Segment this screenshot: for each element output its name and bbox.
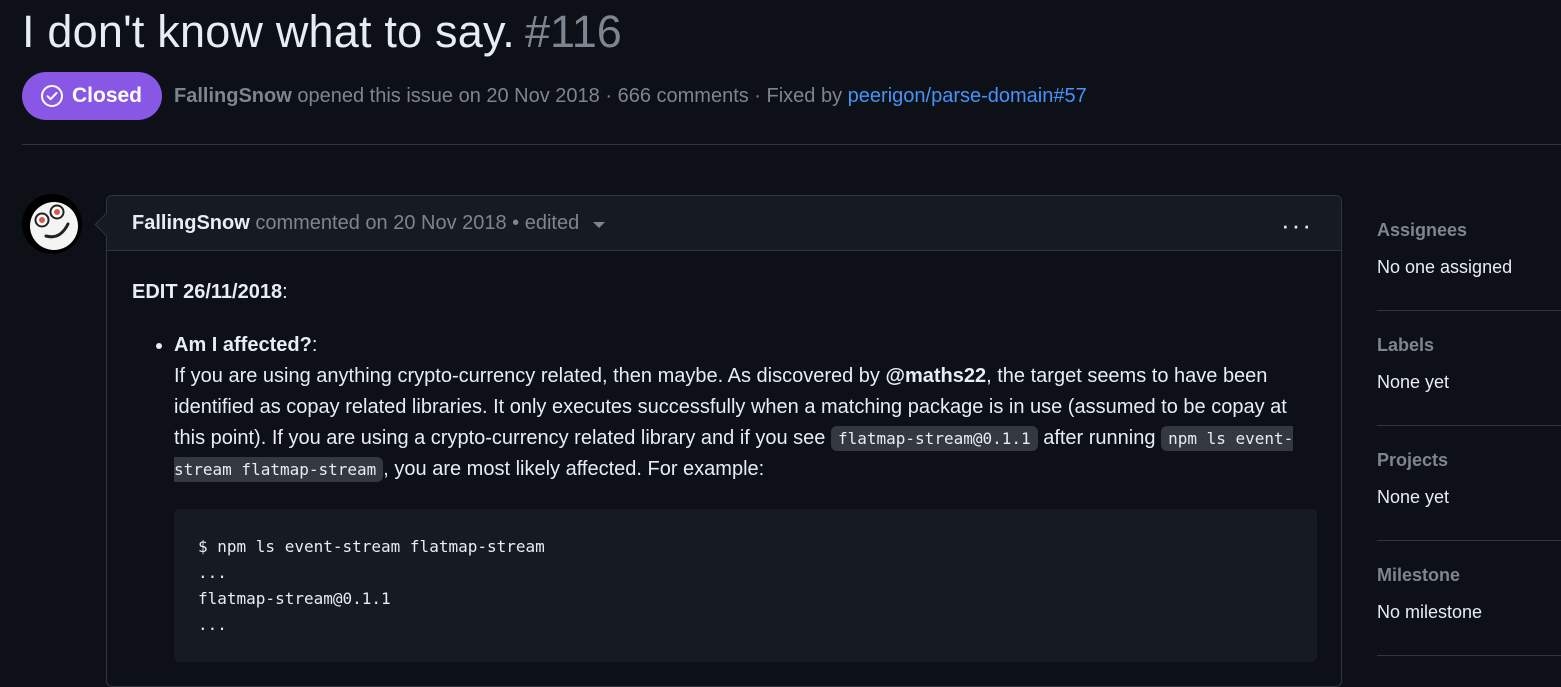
sidebar-milestone-title[interactable]: Milestone: [1377, 565, 1561, 586]
comment-header: FallingSnow commented on 20 Nov 2018 • e…: [107, 196, 1341, 251]
avatar-face-icon: [22, 194, 82, 254]
fixed-by-link[interactable]: peerigon/parse-domain#57: [848, 85, 1087, 108]
paragraph-part-3: after running: [1037, 427, 1162, 449]
avatar[interactable]: [22, 194, 82, 254]
header-divider: [22, 144, 1561, 145]
sidebar-projects-value: None yet: [1377, 487, 1450, 507]
sidebar-milestone: Milestone No milestone: [1377, 541, 1561, 656]
issue-opened-text: opened this issue on 20 Nov 2018 · 666 c…: [297, 84, 843, 107]
issue-number: #116: [525, 6, 622, 57]
sidebar-labels: Labels None yet: [1377, 311, 1561, 426]
paragraph-part-1: If you are using anything crypto-currenc…: [174, 365, 886, 387]
issue-title-row: I don't know what to say. #116: [22, 6, 622, 58]
comment-meta: commented on 20 Nov 2018 • edited: [255, 211, 580, 234]
edit-label: EDIT 26/11/2018: [132, 281, 283, 303]
item-title: Am I affected?: [174, 334, 312, 356]
code-block: $ npm ls event-stream flatmap-stream ...…: [174, 509, 1317, 662]
issue-sidebar: Assignees No one assigned Labels None ye…: [1377, 196, 1561, 656]
comment-author-link[interactable]: FallingSnow: [132, 212, 250, 235]
comment-edited-dropdown[interactable]: commented on 20 Nov 2018 • edited: [255, 211, 606, 235]
sidebar-assignees-value: No one assigned: [1377, 257, 1513, 277]
paragraph-part-4: , you are most likely affected. For exam…: [383, 458, 765, 480]
edit-colon: :: [282, 281, 288, 303]
inline-code-package: flatmap-stream@0.1.1: [830, 426, 1038, 451]
sidebar-milestone-value: No milestone: [1377, 602, 1483, 622]
state-badge: Closed: [22, 72, 163, 120]
issue-title: I don't know what to say.: [22, 6, 516, 57]
sidebar-assignees: Assignees No one assigned: [1377, 196, 1561, 311]
list-item: Am I affected?: If you are using anythin…: [174, 330, 1317, 662]
issue-author-link[interactable]: FallingSnow: [174, 85, 292, 108]
issue-comment: FallingSnow commented on 20 Nov 2018 • e…: [106, 195, 1342, 687]
comment-body: EDIT 26/11/2018: Am I affected?: If you …: [107, 277, 1341, 662]
closed-check-icon: [41, 85, 63, 107]
sidebar-assignees-title[interactable]: Assignees: [1377, 220, 1561, 241]
state-label: Closed: [72, 84, 143, 107]
sidebar-labels-title[interactable]: Labels: [1377, 335, 1561, 356]
sidebar-projects-title[interactable]: Projects: [1377, 450, 1561, 471]
bullet-list: Am I affected?: If you are using anythin…: [132, 330, 1317, 662]
edit-note: EDIT 26/11/2018:: [132, 277, 1317, 308]
mention-link[interactable]: @maths22: [885, 365, 986, 387]
sidebar-labels-value: None yet: [1377, 372, 1450, 392]
issue-meta: Closed FallingSnow opened this issue on …: [22, 72, 1087, 120]
kebab-horizontal-icon[interactable]: ···: [1281, 210, 1313, 241]
chevron-down-icon: [593, 222, 606, 228]
sidebar-projects: Projects None yet: [1377, 426, 1561, 541]
item-colon: :: [311, 334, 318, 356]
